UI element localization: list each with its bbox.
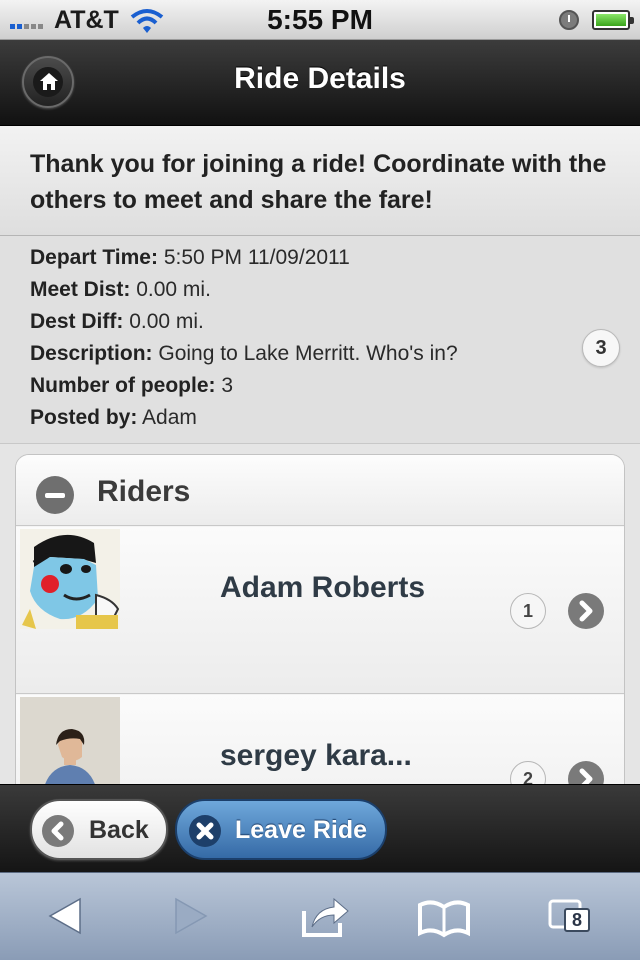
page-header: Ride Details	[0, 40, 640, 126]
share-arrow-icon	[302, 897, 349, 937]
content-area[interactable]: Thank you for joining a ride! Coordinate…	[0, 126, 640, 784]
browser-back-button[interactable]	[36, 891, 96, 943]
share-button[interactable]	[294, 891, 354, 943]
number-of-people-value: 3	[221, 374, 234, 397]
back-arrow-icon	[42, 815, 74, 847]
alarm-clock-icon	[559, 10, 579, 30]
rider-list-item[interactable]: Adam Roberts 1	[16, 527, 624, 694]
riders-header[interactable]: Riders	[16, 455, 624, 526]
description-value: Going to Lake Merritt. Who's in?	[158, 342, 458, 365]
rider-avatar	[20, 529, 120, 629]
posted-by-row: Posted by: Adam	[30, 402, 610, 434]
book-icon	[418, 900, 470, 938]
page-title: Ride Details	[234, 62, 406, 95]
description-label: Description:	[30, 342, 153, 365]
riders-title: Riders	[97, 475, 191, 508]
status-bar: AT&T 5:55 PM	[0, 0, 640, 40]
back-button[interactable]: Back	[30, 799, 168, 860]
close-x-icon	[189, 815, 221, 847]
rider-avatar	[20, 697, 120, 784]
leave-ride-label: Leave Ride	[235, 816, 368, 844]
dest-diff-value: 0.00 mi.	[129, 310, 204, 333]
number-of-people-row: Number of people: 3	[30, 370, 610, 402]
meet-dist-row: Meet Dist: 0.00 mi.	[30, 274, 610, 306]
bookmarks-button[interactable]	[414, 891, 474, 943]
browser-toolbar	[0, 872, 640, 960]
meet-dist-label: Meet Dist:	[30, 278, 131, 301]
depart-time-row: Depart Time: 5:50 PM 11/09/2011	[30, 242, 610, 274]
join-confirmation-banner: Thank you for joining a ride! Coordinate…	[0, 126, 640, 236]
open-tabs-count: 8	[564, 908, 590, 932]
chevron-right-icon	[568, 593, 604, 629]
rider-name: Adam Roberts	[220, 571, 426, 604]
dest-diff-label: Dest Diff:	[30, 310, 124, 333]
collapse-minus-icon	[36, 476, 74, 514]
footer-toolbar: Back Leave Ride	[0, 784, 640, 872]
dest-diff-row: Dest Diff: 0.00 mi.	[30, 306, 610, 338]
back-triangle-icon	[48, 897, 81, 935]
chevron-right-icon	[568, 761, 604, 784]
browser-forward-button[interactable]	[158, 891, 218, 943]
ride-details: Depart Time: 5:50 PM 11/09/2011 Meet Dis…	[0, 236, 640, 444]
riders-collapsible: Riders Adam Roberts 1 sergey kara... 2	[15, 454, 625, 784]
clock-time: 5:55 PM	[267, 4, 373, 35]
posted-by-value: Adam	[142, 406, 197, 429]
rider-list-item[interactable]: sergey kara... 2	[16, 695, 624, 784]
posted-by-label: Posted by:	[30, 406, 138, 429]
back-button-label: Back	[89, 816, 149, 844]
battery-icon	[592, 10, 634, 30]
forward-triangle-icon	[175, 897, 208, 935]
rider-count-badge: 2	[510, 761, 546, 784]
number-of-people-label: Number of people:	[30, 374, 216, 397]
depart-time-label: Depart Time:	[30, 246, 158, 269]
leave-ride-button[interactable]: Leave Ride	[175, 799, 387, 860]
rider-count-badge: 1	[510, 593, 546, 629]
meet-dist-value: 0.00 mi.	[136, 278, 211, 301]
rider-name: sergey kara...	[220, 739, 412, 772]
description-row: Description: Going to Lake Merritt. Who'…	[30, 338, 610, 370]
people-count-badge: 3	[582, 329, 620, 367]
depart-time-value: 5:50 PM 11/09/2011	[163, 246, 350, 269]
